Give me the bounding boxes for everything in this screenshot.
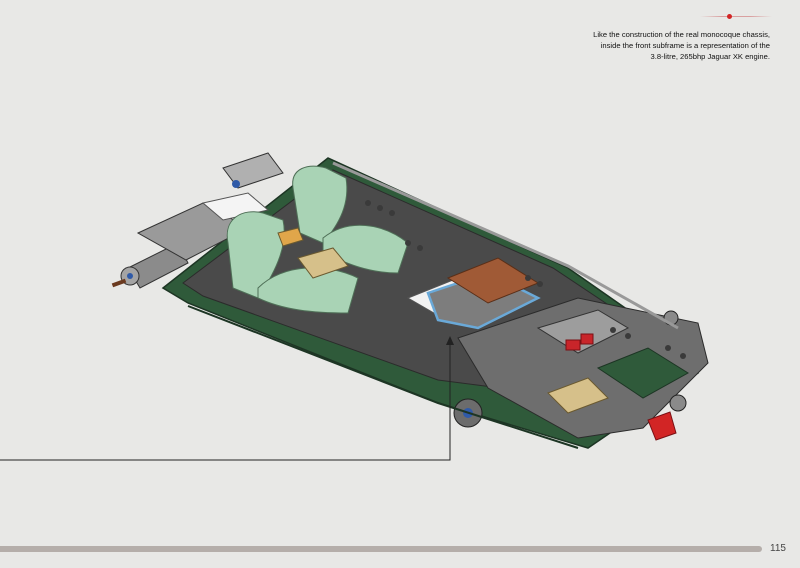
- red-dot-icon: [727, 14, 732, 19]
- decoration-line: [700, 16, 772, 17]
- caption-text: Like the construction of the real monoco…: [490, 29, 770, 62]
- page-progress-bar: [0, 546, 762, 552]
- top-decoration: [700, 14, 772, 19]
- page-number: 115: [770, 543, 786, 554]
- chassis-illustration: [111, 152, 709, 449]
- caption-line-1: Like the construction of the real monoco…: [593, 30, 770, 39]
- caption-line-3: 3.8-litre, 265bhp Jaguar XK engine.: [650, 52, 770, 61]
- instruction-page: Like the construction of the real monoco…: [0, 0, 800, 568]
- caption-line-2: inside the front subframe is a represent…: [600, 41, 770, 50]
